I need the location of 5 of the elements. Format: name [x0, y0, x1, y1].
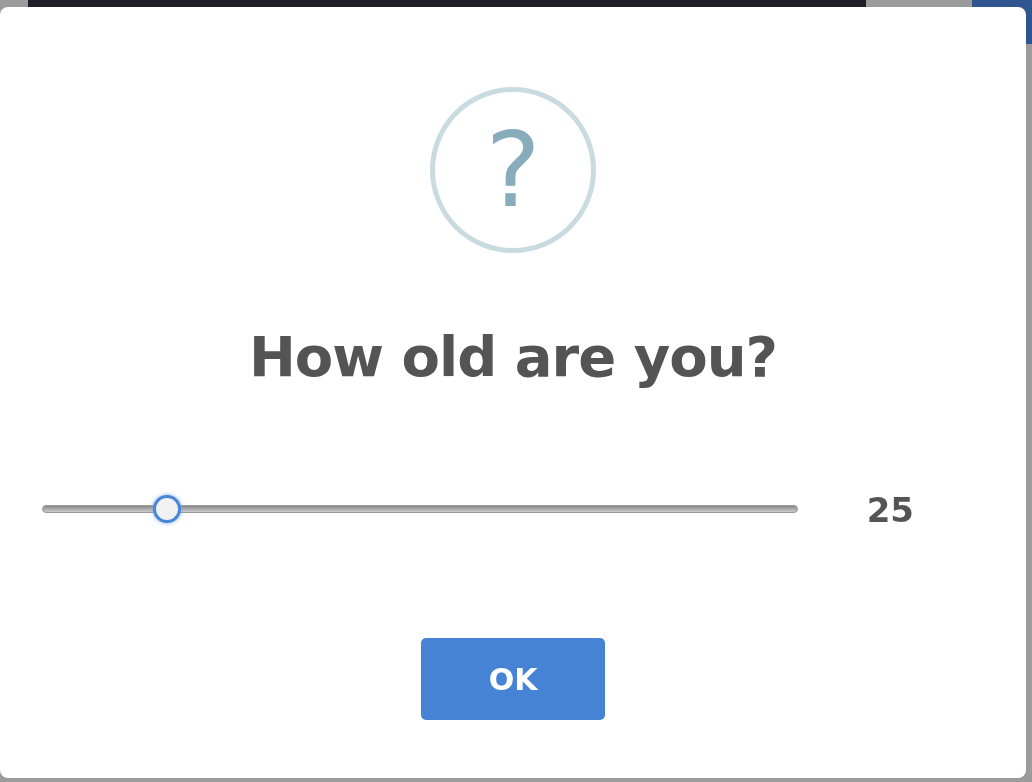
ok-button[interactable]: OK: [421, 638, 605, 721]
slider-value: 25: [866, 490, 914, 531]
dialog-title: How old are you?: [249, 323, 777, 391]
question-icon: ?: [430, 87, 596, 253]
slider-thumb[interactable]: [152, 495, 181, 524]
